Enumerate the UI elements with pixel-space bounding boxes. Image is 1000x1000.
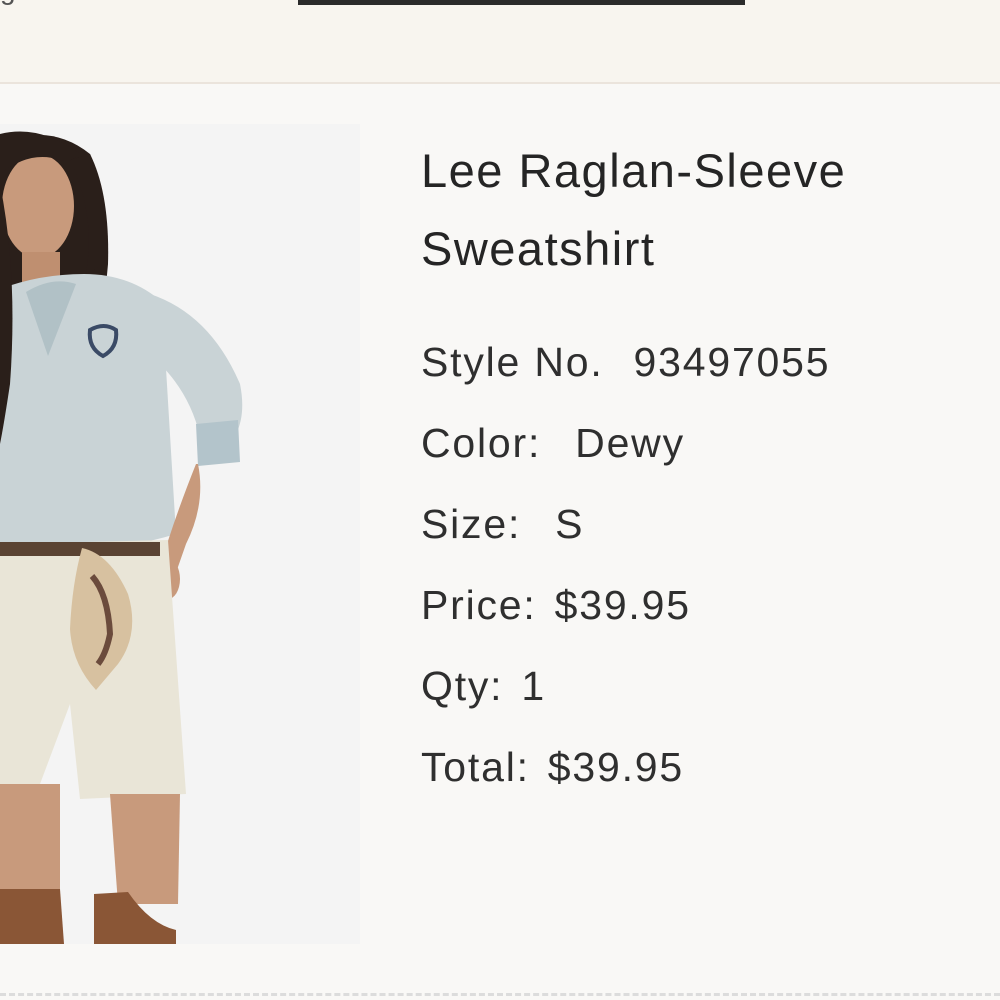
color-value: Dewy: [575, 420, 685, 466]
header-partial-text: g: [0, 0, 17, 6]
price-label: Price:: [421, 582, 537, 628]
detail-list: Style No. 93497055 Color: Dewy Size: S Pric…: [421, 322, 991, 808]
active-tab-underline: [298, 0, 745, 5]
style-label: Style No.: [421, 339, 604, 385]
qty-label: Qty:: [421, 663, 504, 709]
product-title: Lee Raglan-Sleeve Sweatshirt: [421, 132, 991, 288]
color-label: Color:: [421, 420, 542, 466]
product-title-line2: Sweatshirt: [421, 222, 656, 275]
product-image[interactable]: [0, 124, 360, 944]
product-details: Lee Raglan-Sleeve Sweatshirt Style No. 93…: [421, 132, 991, 808]
qty-value: 1: [521, 663, 546, 709]
top-bar: g: [0, 0, 1000, 84]
product-photo-model-icon: [0, 124, 360, 944]
product-title-line1: Lee Raglan-Sleeve: [421, 144, 847, 197]
price-value: $39.95: [554, 582, 691, 628]
color-row: Color: Dewy: [421, 403, 991, 484]
total-row: Total: $39.95: [421, 727, 991, 808]
style-row: Style No. 93497055: [421, 322, 991, 403]
total-label: Total:: [421, 744, 530, 790]
section-divider: [0, 993, 1000, 996]
size-label: Size:: [421, 501, 522, 547]
total-value: $39.95: [547, 744, 684, 790]
size-row: Size: S: [421, 484, 991, 565]
qty-row: Qty: 1: [421, 646, 991, 727]
price-row: Price: $39.95: [421, 565, 991, 646]
style-value: 93497055: [633, 339, 831, 385]
size-value: S: [555, 501, 585, 547]
